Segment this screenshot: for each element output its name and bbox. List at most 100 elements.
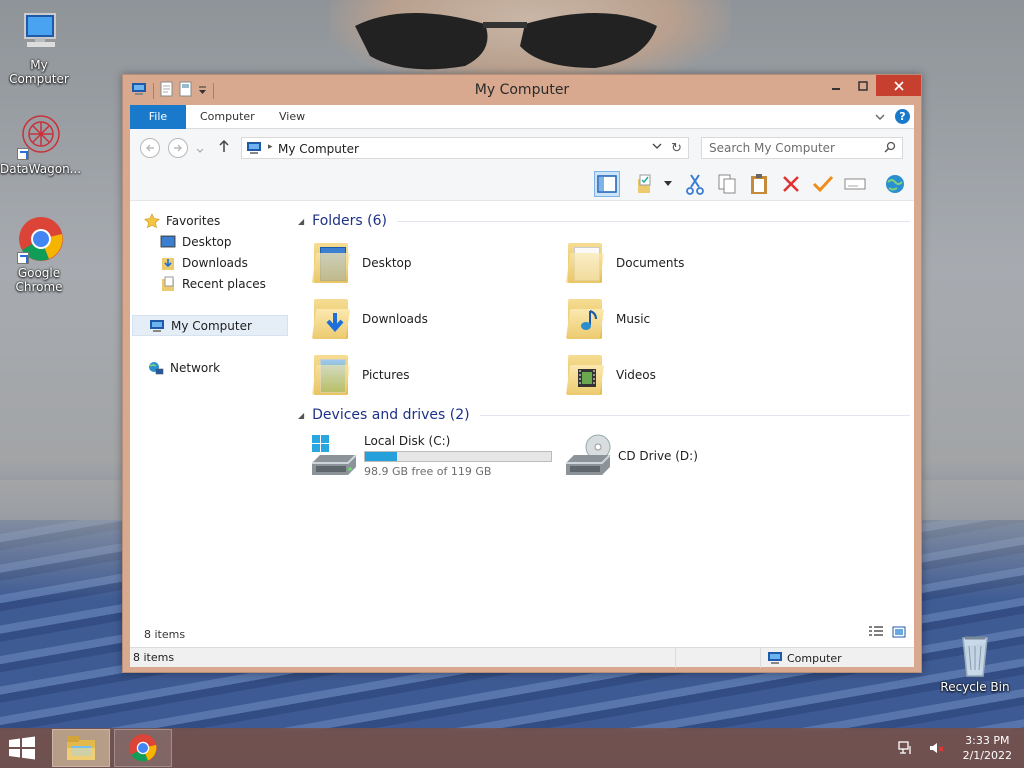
recent-locations-chevron-icon[interactable] (196, 143, 204, 157)
nav-my-computer[interactable]: My Computer (132, 315, 288, 336)
desktop-icon-datawagon[interactable]: DataWagon... (0, 112, 82, 176)
navigation-bar: ▸ My Computer ↻ (130, 129, 914, 167)
statusbar-location: Computer (767, 651, 842, 665)
maximize-button[interactable] (849, 75, 876, 96)
folder-documents[interactable]: Documents (564, 237, 804, 289)
nav-item-label: Downloads (182, 255, 248, 270)
clock[interactable]: 3:33 PM 2/1/2022 (963, 733, 1012, 763)
folder-desktop[interactable]: Desktop (310, 237, 550, 289)
folder-music[interactable]: Music (564, 293, 804, 345)
navigation-pane: Favorites Desktop Downloads Recent place… (130, 201, 294, 611)
desktop-icon-recycle-bin[interactable]: Recycle Bin (936, 630, 1014, 694)
breadcrumb-my-computer[interactable]: My Computer (278, 142, 359, 156)
windows-logo-icon (9, 736, 35, 760)
group-divider (479, 414, 910, 416)
rename-button[interactable] (842, 171, 868, 197)
tab-file[interactable]: File (130, 105, 186, 129)
network-globe-button[interactable] (882, 171, 908, 197)
taskbar: 3:33 PM 2/1/2022 (0, 728, 1024, 768)
network-status-icon[interactable] (898, 740, 914, 759)
select-dropdown-button[interactable] (660, 171, 676, 197)
search-input[interactable] (702, 138, 872, 158)
details-view-icon[interactable] (868, 626, 884, 641)
paste-button[interactable] (746, 171, 772, 197)
back-button[interactable] (140, 138, 160, 158)
preview-pane-button[interactable] (594, 171, 620, 197)
drive-usage-bar (364, 451, 552, 462)
apply-button[interactable] (810, 171, 836, 197)
hard-drive-icon (310, 433, 360, 479)
checkmark-icon (812, 175, 834, 193)
address-bar[interactable]: ▸ My Computer ↻ (241, 137, 689, 159)
nav-favorites[interactable]: Favorites (144, 210, 304, 231)
drive-local-disk-c[interactable]: Local Disk (C:) 98.9 GB free of 119 GB (310, 431, 558, 481)
help-icon[interactable]: ? (895, 109, 910, 124)
explorer-window: My Computer File Computer View ? ▸ My Co… (122, 74, 922, 673)
expand-ribbon-chevron-icon[interactable] (875, 110, 885, 124)
desktop-icon-my-computer[interactable]: My Computer (0, 8, 78, 86)
datawagon-logo-icon (15, 112, 63, 160)
system-tray-icons (898, 740, 944, 759)
computer-icon (149, 318, 165, 334)
close-button[interactable] (876, 75, 921, 96)
folder-downloads[interactable]: Downloads (310, 293, 550, 345)
search-box (701, 137, 903, 159)
nav-network-label: Network (170, 360, 221, 375)
statusbar-item-count: 8 items (133, 651, 175, 664)
clipboard-icon (751, 174, 767, 194)
up-button[interactable] (218, 139, 230, 157)
desktop-icon-google-chrome[interactable]: Google Chrome (0, 216, 78, 294)
delete-x-icon (783, 176, 799, 192)
shortcut-arrow-icon (17, 148, 29, 160)
group-header-devices[interactable]: ◢ Devices and drives (2) (298, 405, 910, 425)
minimize-button[interactable] (822, 75, 849, 96)
cut-button[interactable] (682, 171, 708, 197)
title-bar[interactable]: My Computer (123, 75, 921, 105)
dropdown-arrow-icon (664, 181, 672, 186)
select-folder-button[interactable] (634, 171, 660, 197)
copy-icon (718, 174, 736, 194)
star-icon (144, 212, 160, 229)
collapse-triangle-icon[interactable]: ◢ (298, 411, 304, 420)
statusbar-divider (760, 648, 761, 668)
delete-button[interactable] (778, 171, 804, 197)
copy-button[interactable] (714, 171, 740, 197)
tab-view[interactable]: View (279, 105, 305, 129)
up-arrow-icon (219, 139, 229, 152)
taskbar-google-chrome[interactable] (114, 729, 172, 767)
taskbar-file-explorer[interactable] (52, 729, 110, 767)
folder-pictures[interactable]: Pictures (310, 349, 550, 401)
desktop-icon-label: DataWagon... (0, 162, 82, 176)
forward-button[interactable] (168, 138, 188, 158)
cd-drive-icon (564, 433, 614, 479)
videos-folder-icon (564, 349, 608, 401)
group-header-folders[interactable]: ◢ Folders (6) (298, 211, 910, 231)
back-arrow-icon (146, 144, 154, 152)
downloads-folder-icon (160, 255, 176, 271)
forward-arrow-icon (174, 144, 182, 152)
address-computer-icon (246, 141, 262, 158)
shortcut-arrow-icon (17, 252, 29, 264)
folder-videos[interactable]: Videos (564, 349, 804, 401)
address-dropdown-icon[interactable] (652, 142, 662, 153)
drive-cd-d[interactable]: CD Drive (D:) (564, 431, 804, 481)
nav-network[interactable]: Network (148, 357, 308, 378)
window-controls (822, 75, 921, 96)
nav-item-label: Recent places (182, 276, 266, 291)
desktop-icon-label: My Computer (9, 58, 69, 86)
breadcrumb-chevron-icon[interactable]: ▸ (268, 142, 273, 152)
status-bar: 8 items Computer (130, 647, 914, 668)
start-button[interactable] (8, 736, 36, 760)
nav-my-computer-label: My Computer (171, 318, 252, 333)
recent-places-icon (160, 276, 176, 292)
drive-name: CD Drive (D:) (618, 449, 698, 463)
refresh-icon[interactable]: ↻ (671, 141, 682, 156)
large-icons-view-icon[interactable] (892, 626, 906, 641)
volume-muted-icon[interactable] (928, 740, 944, 759)
tab-computer[interactable]: Computer (200, 105, 255, 129)
minimize-icon (831, 87, 840, 90)
search-icon[interactable] (884, 141, 896, 156)
group-title: Devices and drives (2) (312, 407, 470, 423)
collapse-triangle-icon[interactable]: ◢ (298, 217, 304, 226)
drive-free-space: 98.9 GB free of 119 GB (364, 465, 492, 478)
